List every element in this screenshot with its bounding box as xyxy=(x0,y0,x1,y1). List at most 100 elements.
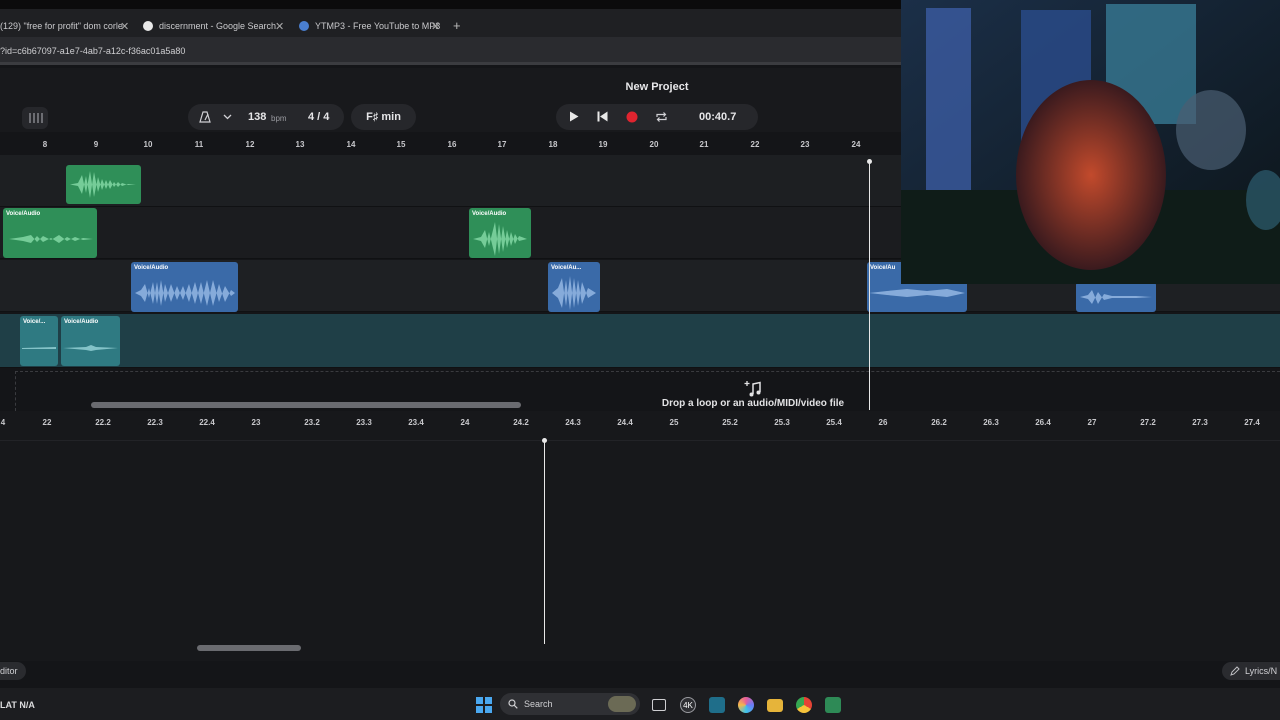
play-icon[interactable] xyxy=(569,111,579,122)
tempo-control[interactable]: 138 bpm 4 / 4 xyxy=(188,104,344,130)
chrome-icon[interactable] xyxy=(796,697,812,713)
track-list-toggle[interactable] xyxy=(22,107,48,129)
ytmp3-icon xyxy=(299,21,309,31)
close-icon[interactable]: ✕ xyxy=(120,20,129,33)
ruler-tick: 26.2 xyxy=(931,418,947,427)
task-view-icon[interactable] xyxy=(652,699,666,711)
ruler-tick: 25.3 xyxy=(774,418,790,427)
editor-ruler[interactable]: 4 22 22.2 22.3 22.4 23 23.2 23.3 23.4 24… xyxy=(0,411,1280,441)
ruler-tick: 26.3 xyxy=(983,418,999,427)
ruler-tick: 10 xyxy=(143,140,153,149)
search-highlight-icon xyxy=(608,696,636,712)
webcam-overlay xyxy=(901,0,1280,284)
app-icon[interactable] xyxy=(825,697,841,713)
4k-app-icon[interactable]: 4K xyxy=(680,697,696,713)
ruler-tick: 23 xyxy=(800,140,810,149)
editor-scrollbar[interactable] xyxy=(197,645,301,651)
browser-tab[interactable]: YTMP3 - Free YouTube to MP3 ✕ xyxy=(299,14,444,38)
close-icon[interactable]: ✕ xyxy=(275,20,284,33)
loop-icon[interactable] xyxy=(655,111,668,123)
pen-icon xyxy=(1230,666,1240,676)
audio-clip[interactable] xyxy=(1076,282,1156,312)
ruler-tick: 22.2 xyxy=(95,418,111,427)
new-tab-button[interactable]: + xyxy=(453,18,461,33)
ruler-tick: 20 xyxy=(649,140,659,149)
ruler-tick: 13 xyxy=(295,140,305,149)
ruler-tick: 27 xyxy=(1087,418,1097,427)
time-display: 00:40.7 xyxy=(699,111,737,123)
key-selector[interactable]: F♯ min xyxy=(351,104,416,130)
browser-tab[interactable]: (129) "free for profit" dom corle ✕ xyxy=(0,14,130,38)
ruler-tick: 25.2 xyxy=(722,418,738,427)
ruler-tick: 22.3 xyxy=(147,418,163,427)
skip-back-icon[interactable] xyxy=(597,111,608,122)
chevron-down-icon[interactable] xyxy=(223,114,232,120)
editor-playhead[interactable] xyxy=(542,438,547,644)
track-lane[interactable]: Voice/... Voice/Audio xyxy=(0,314,1280,368)
metronome-icon[interactable] xyxy=(199,111,211,123)
audio-clip[interactable]: Voice/Audio xyxy=(61,316,120,366)
ruler-tick: 17 xyxy=(497,140,507,149)
ruler-tick: 25.4 xyxy=(826,418,842,427)
ruler-tick: 26.4 xyxy=(1035,418,1051,427)
time-signature[interactable]: 4 / 4 xyxy=(308,111,329,123)
bpm-unit: bpm xyxy=(271,114,287,123)
bpm-value[interactable]: 138 xyxy=(248,111,266,123)
google-icon xyxy=(143,21,153,31)
latency-readout: LAT N/A xyxy=(0,700,35,710)
file-explorer-icon[interactable] xyxy=(767,699,783,712)
arrangement-scrollbar[interactable] xyxy=(91,402,521,408)
audio-clip[interactable]: Voice/Audio xyxy=(469,208,531,258)
search-icon xyxy=(508,699,518,709)
browser-tab[interactable]: discernment - Google Search ✕ xyxy=(143,14,288,38)
editor-tab[interactable]: ditor xyxy=(0,662,26,680)
ruler-tick: 24.2 xyxy=(513,418,529,427)
transport-controls: 00:40.7 xyxy=(556,104,758,130)
windows-icon[interactable] xyxy=(476,697,492,713)
ruler-tick: 9 xyxy=(93,140,99,149)
ruler-tick: 27.4 xyxy=(1244,418,1260,427)
ruler-tick: 23 xyxy=(251,418,261,427)
arrangement-playhead[interactable] xyxy=(867,159,872,410)
taskbar-search[interactable]: Search xyxy=(500,693,640,715)
ruler-tick: 15 xyxy=(396,140,406,149)
ruler-tick: 27.3 xyxy=(1192,418,1208,427)
ruler-tick: 22 xyxy=(750,140,760,149)
ruler-tick: 21 xyxy=(699,140,709,149)
ruler-tick: 26 xyxy=(878,418,888,427)
ruler-tick: 24.4 xyxy=(617,418,633,427)
audio-clip[interactable]: Voice/... xyxy=(20,316,58,366)
ruler-tick: 23.2 xyxy=(304,418,320,427)
ruler-tick: 14 xyxy=(346,140,356,149)
lyrics-tab[interactable]: Lyrics/N xyxy=(1222,662,1280,680)
ruler-tick: 25 xyxy=(669,418,679,427)
audio-clip[interactable]: Voice/Audio xyxy=(131,262,238,312)
record-icon[interactable] xyxy=(626,111,638,123)
ruler-tick: 23.4 xyxy=(408,418,424,427)
close-icon[interactable]: ✕ xyxy=(431,20,440,33)
ruler-tick: 22.4 xyxy=(199,418,215,427)
ruler-tick: 4 xyxy=(0,418,6,427)
capture-app-icon[interactable] xyxy=(709,697,725,713)
ruler-tick: 23.3 xyxy=(356,418,372,427)
audio-clip[interactable] xyxy=(66,165,141,204)
ruler-tick: 27.2 xyxy=(1140,418,1156,427)
ruler-tick: 16 xyxy=(447,140,457,149)
webcam-feed xyxy=(901,0,1280,284)
ruler-tick: 24 xyxy=(851,140,861,149)
ruler-tick: 22 xyxy=(42,418,52,427)
windows-taskbar: Search 4K xyxy=(470,690,850,720)
copilot-icon[interactable] xyxy=(738,697,754,713)
music-note-icon xyxy=(744,381,761,397)
ruler-tick: 12 xyxy=(245,140,255,149)
ruler-tick: 8 xyxy=(42,140,48,149)
editor-panel[interactable]: 4 22 22.2 22.3 22.4 23 23.2 23.3 23.4 24… xyxy=(0,411,1280,661)
audio-clip[interactable]: Voice/Audio xyxy=(3,208,97,258)
ruler-tick: 19 xyxy=(598,140,608,149)
ruler-tick: 24.3 xyxy=(565,418,581,427)
ruler-tick: 18 xyxy=(548,140,558,149)
ruler-tick: 24 xyxy=(460,418,470,427)
audio-clip[interactable]: Voice/Au... xyxy=(548,262,600,312)
url-text: ?id=c6b67097-a1e7-4ab7-a12c-f36ac01a5a80 xyxy=(0,46,186,56)
ruler-tick: 11 xyxy=(194,140,204,149)
